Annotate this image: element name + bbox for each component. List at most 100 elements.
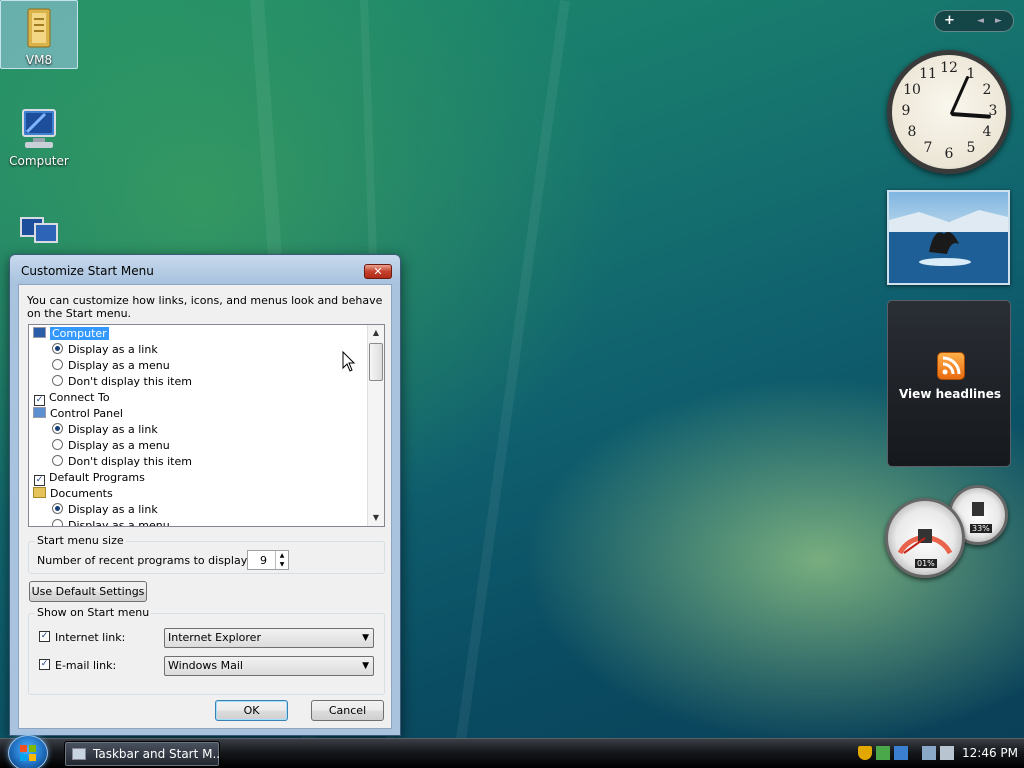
recent-programs-label: Number of recent programs to display:	[37, 554, 251, 567]
list-item[interactable]: Control Panel	[33, 406, 123, 422]
list-item[interactable]: Display as a link	[52, 502, 158, 518]
email-link-value: Windows Mail	[168, 659, 243, 672]
windows-logo-icon	[20, 745, 36, 761]
recent-programs-stepper[interactable]: 9 ▲ ▼	[247, 550, 289, 570]
volume-muted-icon[interactable]	[940, 746, 954, 760]
radio-button[interactable]	[52, 359, 63, 370]
security-shield-icon[interactable]	[858, 746, 872, 760]
checkbox[interactable]: ✓	[34, 395, 45, 406]
clock-number-10: 10	[903, 82, 921, 98]
sidebar-prev-button[interactable]: ◄	[977, 16, 984, 26]
radio-button[interactable]	[52, 455, 63, 466]
list-item-label: Connect To	[49, 391, 110, 404]
internet-link-label: Internet link:	[55, 631, 126, 644]
radio-button[interactable]	[52, 343, 63, 354]
list-item[interactable]: Display as a menu	[52, 518, 170, 527]
start-menu-size-group: Start menu size Number of recent program…	[28, 534, 385, 574]
clock-number-6: 6	[944, 146, 954, 162]
cancel-button[interactable]: Cancel	[311, 700, 384, 721]
list-item-label: Display as a menu	[68, 359, 170, 372]
stepper-up-icon[interactable]: ▲	[275, 551, 288, 560]
list-item[interactable]: ✓ Connect To	[34, 390, 110, 406]
radio-button[interactable]	[52, 519, 63, 526]
list-scrollbar[interactable]: ▲ ▼	[367, 325, 384, 526]
clock-number-12: 12	[940, 60, 958, 76]
start-button[interactable]	[8, 735, 48, 768]
sidebar-add-button[interactable]: +	[944, 13, 955, 28]
memory-value: 33%	[970, 524, 992, 533]
control-panel-icon	[33, 407, 46, 418]
network-icon	[20, 217, 58, 243]
mouse-cursor-icon	[342, 351, 356, 372]
list-item[interactable]: Display as a menu	[52, 438, 170, 454]
email-link-checkbox[interactable]: ✓	[39, 659, 50, 670]
internet-link-dropdown[interactable]: Internet Explorer ▼	[164, 628, 374, 648]
radio-button[interactable]	[52, 375, 63, 386]
chevron-down-icon: ▼	[362, 633, 369, 643]
dialog-intro-text: You can customize how links, icons, and …	[27, 294, 383, 320]
clock-gadget[interactable]: 12 1 2 3 4 5 6 7 8 9 10 11	[887, 50, 1011, 174]
scroll-down-arrow-icon[interactable]: ▼	[368, 510, 384, 526]
clock-number-5: 5	[966, 140, 976, 156]
scroll-up-arrow-icon[interactable]: ▲	[368, 325, 384, 341]
close-button[interactable]: ✕	[364, 264, 392, 279]
cpu-meter-gauge: 01%	[885, 498, 965, 578]
whale-tail-image	[889, 210, 1008, 283]
taskbar-clock[interactable]: 12:46 PM	[962, 746, 1018, 760]
list-item[interactable]: Display as a link	[52, 342, 158, 358]
list-item[interactable]: Don't display this item	[52, 454, 192, 470]
taskbar: Taskbar and Start M... 12:46 PM	[0, 735, 1024, 768]
use-default-settings-button[interactable]: Use Default Settings	[29, 581, 147, 602]
internet-link-value: Internet Explorer	[168, 631, 261, 644]
internet-link-checkbox[interactable]: ✓	[39, 631, 50, 642]
list-item[interactable]: Display as a menu	[52, 358, 170, 374]
list-item[interactable]: Documents	[33, 486, 113, 502]
view-headlines-link[interactable]: View headlines	[888, 387, 1012, 401]
slideshow-gadget[interactable]	[887, 190, 1010, 285]
sidebar-next-button[interactable]: ►	[995, 16, 1002, 26]
list-item[interactable]: ✓ Default Programs	[34, 470, 145, 486]
list-item-label: Default Programs	[49, 471, 145, 484]
computer-icon	[33, 327, 46, 338]
list-item-label: Display as a menu	[68, 519, 170, 527]
desktop-icon-vm8[interactable]: VM8	[0, 0, 78, 69]
checkbox[interactable]: ✓	[34, 475, 45, 486]
windows-defender-icon[interactable]	[876, 746, 890, 760]
list-item[interactable]: Computer	[33, 326, 109, 342]
feed-headlines-gadget[interactable]: View headlines	[887, 300, 1011, 467]
folder-icon	[27, 8, 51, 48]
ok-button[interactable]: OK	[215, 700, 288, 721]
list-item-label: Don't display this item	[68, 375, 192, 388]
desktop-icon-computer[interactable]: Computer	[0, 104, 78, 168]
list-item-label: Don't display this item	[68, 455, 192, 468]
dialog-title: Customize Start Menu	[21, 264, 154, 278]
taskbar-button-taskbar-start-menu[interactable]: Taskbar and Start M...	[64, 741, 220, 767]
clock-number-8: 8	[907, 124, 917, 140]
dialog-client-area: You can customize how links, icons, and …	[18, 284, 392, 729]
list-item[interactable]: Don't display this item	[52, 374, 192, 390]
list-item[interactable]: Display as a link	[52, 422, 158, 438]
group-title: Show on Start menu	[35, 606, 152, 619]
email-link-label: E-mail link:	[55, 659, 117, 672]
taskbar-button-label: Taskbar and Start M...	[93, 747, 220, 761]
radio-button[interactable]	[52, 503, 63, 514]
list-item-label: Control Panel	[50, 407, 123, 420]
radio-button[interactable]	[52, 439, 63, 450]
scrollbar-thumb[interactable]	[369, 343, 383, 381]
group-title: Start menu size	[35, 534, 126, 547]
stepper-down-icon[interactable]: ▼	[275, 560, 288, 569]
email-link-dropdown[interactable]: Windows Mail ▼	[164, 656, 374, 676]
clock-minute-hand	[949, 75, 970, 116]
show-on-start-menu-group: Show on Start menu ✓ Internet link: Inte…	[28, 606, 385, 695]
rss-icon	[937, 352, 965, 380]
radio-button[interactable]	[52, 423, 63, 434]
windows-update-icon[interactable]	[894, 746, 908, 760]
list-item-label: Documents	[50, 487, 113, 500]
desktop-icon-network[interactable]	[0, 208, 78, 254]
clock-number-9: 9	[901, 103, 911, 119]
start-menu-items-list[interactable]: Computer Display as a link Display as a …	[28, 324, 385, 527]
wallpaper-beam	[451, 0, 570, 768]
computer-icon	[22, 109, 56, 148]
network-icon[interactable]	[922, 746, 936, 760]
clock-number-11: 11	[919, 66, 937, 82]
